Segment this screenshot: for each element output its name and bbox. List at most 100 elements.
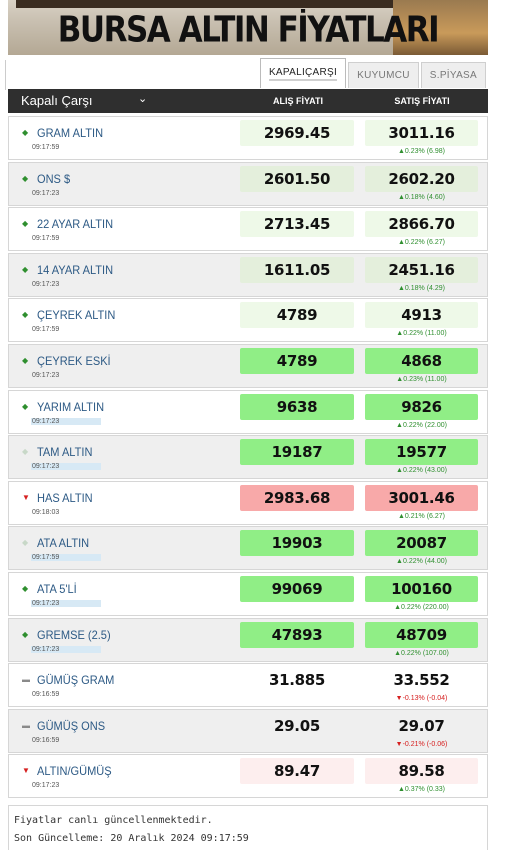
source-tabs: KAPALIÇARŞI KUYUMCU S.PİYASA [259,58,486,88]
update-time: 09:17:23 [31,418,101,425]
tab-label: KAPALIÇARŞI [268,67,338,81]
update-time: 09:17:23 [31,600,101,607]
table-row[interactable]: ◆ GRAM ALTIN 09:17:59 2969.45 3011.16 ▲0.23% … [8,116,488,160]
instrument-name[interactable]: ALTIN/GÜMÜŞ [37,764,112,778]
instrument-name[interactable]: 14 AYAR ALTIN [37,263,113,277]
table-row[interactable]: ▬ GÜMÜŞ GRAM 09:16:59 31.885 33.552 ▼-0.13% (… [8,663,488,707]
price-change: ▲0.22% (43.00) [396,467,447,474]
update-time: 09:17:23 [32,281,60,288]
sell-price: 4868 [365,348,478,374]
price-change: ▲0.18% (4.60) [397,194,445,201]
trend-neutral-icon: ▬ [22,675,30,684]
table-row[interactable]: ◆ TAM ALTIN 09:17:23 19187 19577 ▲0.22% (43.0… [8,435,488,479]
trend-up-icon: ◆ [22,402,29,411]
sell-price: 2602.20 [365,166,478,192]
price-change: ▲0.23% (6.98) [397,148,445,155]
trend-up-icon: ◆ [22,538,29,547]
update-time: 09:17:59 [32,326,60,333]
price-change: ▲0.22% (11.00) [396,330,447,337]
tab-kuyumcu[interactable]: KUYUMCU [348,62,419,88]
instrument-name[interactable]: HAS ALTIN [37,491,93,505]
instrument-name[interactable]: ÇEYREK ALTIN [37,308,115,322]
table-row[interactable]: ◆ ATA 5'Lİ 09:17:23 99069 100160 ▲0.22% (220.… [8,572,488,616]
trend-up-icon: ◆ [22,356,29,365]
trend-up-icon: ◆ [22,174,29,183]
buy-price: 47893 [240,622,354,648]
instrument-name[interactable]: ÇEYREK ESKİ [37,354,111,368]
buy-price: 4789 [240,348,354,374]
buy-price: 31.885 [268,671,326,689]
table-row[interactable]: ◆ ÇEYREK ALTIN 09:17:59 4789 4913 ▲0.22% (11.… [8,298,488,342]
instrument-name[interactable]: GRAM ALTIN [37,126,103,140]
buy-price: 19903 [240,530,354,556]
buy-price: 2713.45 [240,211,354,237]
buy-price: 2601.50 [240,166,354,192]
trend-up-icon: ◆ [22,265,29,274]
trend-up-icon: ◆ [22,310,29,319]
price-change: ▲0.37% (0.33) [397,786,445,793]
table-row[interactable]: ▼ HAS ALTIN 09:18:03 2983.68 3001.46 ▲0.21% (… [8,481,488,525]
instrument-name[interactable]: GÜMÜŞ GRAM [37,673,114,687]
trend-up-icon: ◆ [22,219,29,228]
price-change: ▲0.22% (6.27) [397,239,445,246]
instrument-name[interactable]: TAM ALTIN [37,445,92,459]
trend-up-icon: ◆ [22,128,29,137]
table-row[interactable]: ◆ ÇEYREK ESKİ 09:17:23 4789 4868 ▲0.23% (11.0… [8,344,488,388]
update-time: 09:17:23 [32,782,60,789]
buy-column-header: ALIŞ FİYATI [272,96,323,106]
sell-price: 100160 [365,576,478,602]
update-time: 09:18:03 [32,509,60,516]
instrument-name[interactable]: GÜMÜŞ ONS [37,719,105,733]
buy-price: 2983.68 [240,485,354,511]
table-row[interactable]: ◆ ONS $ 09:17:23 2601.50 2602.20 ▲0.18% (4.60… [8,162,488,206]
sell-price: 3001.46 [365,485,478,511]
trend-down-icon: ▼ [22,493,30,502]
table-row[interactable]: ▬ GÜMÜŞ ONS 09:16:59 29.05 29.07 ▼-0.21% (-0.… [8,709,488,753]
table-row[interactable]: ▼ ALTIN/GÜMÜŞ 09:17:23 89.47 89.58 ▲0.37% (0.… [8,754,488,798]
instrument-name[interactable]: ATA ALTIN [37,536,89,550]
table-row[interactable]: ◆ 14 AYAR ALTIN 09:17:23 1611.05 2451.16 ▲0.1… [8,253,488,297]
price-change: ▲0.22% (22.00) [396,422,447,429]
update-time: 09:17:23 [31,646,101,653]
sell-price: 33.552 [393,671,450,689]
market-select[interactable]: Kapalı Çarşı [21,93,93,108]
table-row[interactable]: ◆ YARIM ALTIN 09:17:23 9638 9826 ▲0.22% (22.0… [8,390,488,434]
trend-up-icon: ◆ [22,584,29,593]
live-status-text: Fiyatlar canlı güncellenmektedir. [14,815,213,826]
instrument-name[interactable]: YARIM ALTIN [37,400,104,414]
buy-price: 29.05 [274,717,320,735]
buy-price: 4789 [240,302,354,328]
price-change: ▲0.23% (11.00) [396,376,447,383]
buy-price: 89.47 [240,758,354,784]
buy-price: 9638 [240,394,354,420]
instrument-name[interactable]: ATA 5'Lİ [37,582,77,596]
trend-up-icon: ◆ [22,447,29,456]
tab-serbest-piyasa[interactable]: S.PİYASA [420,62,486,88]
instrument-name[interactable]: GREMSE (2.5) [37,628,111,642]
tab-kapalicarsi[interactable]: KAPALIÇARŞI [259,58,347,88]
table-row[interactable]: ◆ 22 AYAR ALTIN 09:17:59 2713.45 2866.70 ▲0.2… [8,207,488,251]
trend-down-icon: ▼ [22,766,30,775]
instrument-name[interactable]: ONS $ [37,172,70,186]
trend-neutral-icon: ▬ [22,721,30,730]
update-time: 09:16:59 [32,691,60,698]
update-time: 09:17:23 [32,190,60,197]
sell-price: 19577 [365,439,478,465]
sell-price: 4913 [365,302,478,328]
tab-label: KUYUMCU [357,70,410,81]
side-divider [0,60,6,90]
trend-up-icon: ◆ [22,630,29,639]
sell-price: 2451.16 [365,257,478,283]
instrument-name[interactable]: 22 AYAR ALTIN [37,217,113,231]
update-time: 09:16:59 [32,737,60,744]
sell-price: 48709 [365,622,478,648]
table-row[interactable]: ◆ GREMSE (2.5) 09:17:23 47893 48709 ▲0.22% (1… [8,618,488,662]
price-change: ▲0.18% (4.29) [397,285,445,292]
price-change: ▲0.22% (44.00) [396,558,447,565]
chevron-down-icon[interactable]: ⌄ [138,92,147,105]
table-row[interactable]: ◆ ATA ALTIN 09:17:59 19903 20087 ▲0.22% (44.0… [8,526,488,570]
update-time: 09:17:59 [32,144,60,151]
update-time: 09:17:59 [31,554,101,561]
sell-price: 9826 [365,394,478,420]
last-update-text: Son Güncelleme: 20 Aralık 2024 09:17:59 [14,833,249,844]
